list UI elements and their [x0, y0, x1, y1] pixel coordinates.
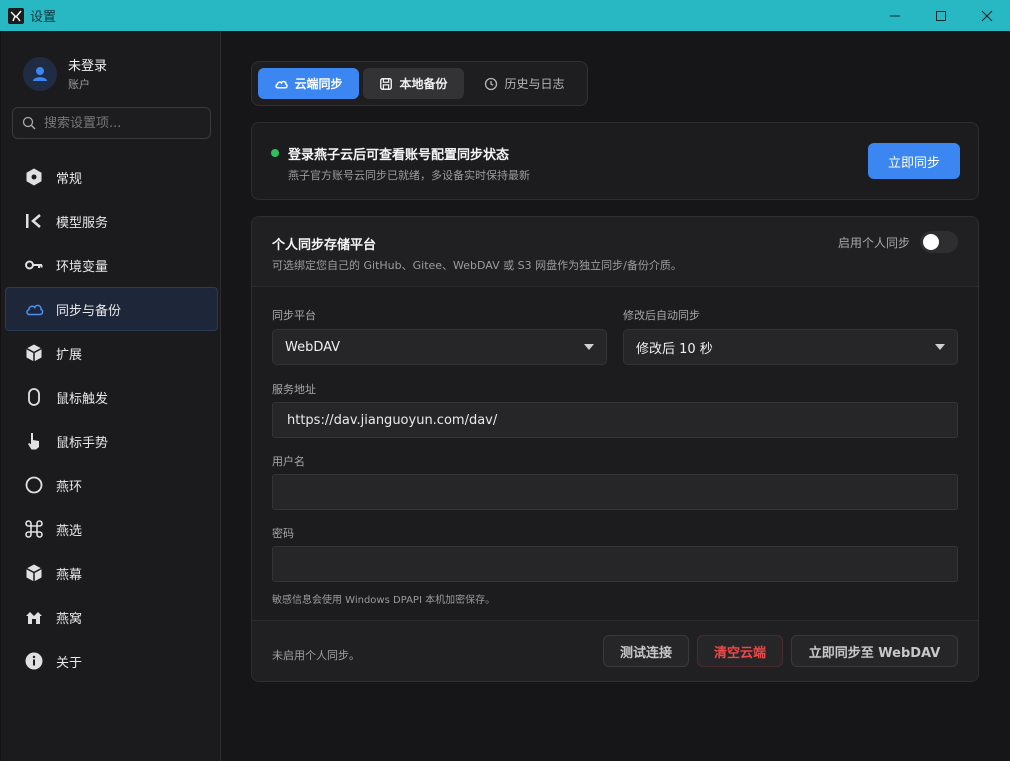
- sidebar-item-yanwo[interactable]: 燕窝: [5, 595, 218, 639]
- sidebar-item-label: 燕选: [56, 523, 83, 539]
- sidebar-item-label: 模型服务: [56, 215, 109, 231]
- username-label: 用户名: [272, 455, 305, 468]
- search-box[interactable]: [12, 107, 211, 139]
- user-name: 未登录: [68, 59, 108, 74]
- tab-label: 云端同步: [294, 77, 343, 91]
- tab-label: 历史与日志: [504, 77, 565, 91]
- search-icon: [22, 116, 36, 130]
- auto-sync-select[interactable]: 修改后 10 秒: [623, 329, 958, 365]
- hand-pointer-icon: [24, 431, 44, 451]
- close-button[interactable]: [964, 0, 1010, 31]
- sidebar-item-yanxuan[interactable]: 燕选: [5, 507, 218, 551]
- tab-cloud-sync[interactable]: 云端同步: [258, 68, 359, 99]
- search-input[interactable]: [44, 115, 194, 131]
- personal-card-description: 可选绑定您自己的 GitHub、Gitee、WebDAV 或 S3 网盘作为独立…: [272, 259, 682, 272]
- key-icon: [24, 255, 44, 275]
- model-service-icon: [24, 211, 44, 231]
- window-title: 设置: [30, 10, 57, 25]
- sidebar-item-extensions[interactable]: 扩展: [5, 331, 218, 375]
- sidebar-item-mouse-trigger[interactable]: 鼠标触发: [5, 375, 218, 419]
- cloud-card-title: 登录燕子云后可查看账号配置同步状态: [288, 148, 510, 163]
- maximize-button[interactable]: [918, 0, 964, 31]
- sidebar-item-label: 鼠标触发: [56, 391, 109, 407]
- cloud-account-card: 登录燕子云后可查看账号配置同步状态 燕子官方账号云同步已就绪，多设备实时保持最新…: [251, 122, 979, 200]
- sidebar-item-label: 燕环: [56, 479, 83, 495]
- sidebar-item-about[interactable]: 关于: [5, 639, 218, 683]
- personal-card-header: 个人同步存储平台 可选绑定您自己的 GitHub、Gitee、WebDAV 或 …: [252, 217, 978, 287]
- cloud-icon: [274, 77, 289, 91]
- clear-cloud-button[interactable]: 清空云端: [697, 635, 783, 667]
- title-bar: 设置: [0, 0, 1010, 31]
- avatar: [23, 56, 57, 91]
- app-logo-icon: [8, 7, 24, 24]
- command-icon: [24, 519, 44, 539]
- tab-label: 本地备份: [399, 77, 448, 91]
- sync-to-webdav-button[interactable]: 立即同步至 WebDAV: [791, 635, 958, 667]
- sidebar-item-label: 扩展: [56, 347, 83, 363]
- info-icon: [24, 651, 44, 671]
- hexagon-icon: [24, 167, 44, 187]
- platform-label: 同步平台: [272, 309, 316, 322]
- personal-storage-card: 个人同步存储平台 可选绑定您自己的 GitHub、Gitee、WebDAV 或 …: [251, 216, 979, 682]
- server-label: 服务地址: [272, 383, 316, 396]
- ring-icon: [24, 475, 44, 495]
- toggle-label: 启用个人同步: [837, 236, 910, 250]
- user-icon: [33, 66, 47, 81]
- box-icon: [24, 563, 44, 583]
- cloud-icon: [24, 299, 44, 319]
- tab-history-logs[interactable]: 历史与日志: [468, 68, 581, 99]
- backup-icon: [379, 77, 393, 91]
- personal-sync-toggle[interactable]: [920, 231, 958, 253]
- settings-nav: 常规 模型服务 环境变量 同步与备份 扩展 鼠标触发 鼠标手势 燕环 燕选 燕幕…: [5, 155, 218, 683]
- sidebar-item-sync-backup[interactable]: 同步与备份: [5, 287, 218, 331]
- personal-card-footer: 未启用个人同步。 测试连接 清空云端 立即同步至 WebDAV: [252, 620, 978, 681]
- sidebar-item-label: 鼠标手势: [56, 435, 109, 451]
- sidebar-item-yanhuan[interactable]: 燕环: [5, 463, 218, 507]
- chevron-down-icon: [935, 344, 945, 350]
- sidebar-item-label: 燕窝: [56, 611, 83, 627]
- user-account[interactable]: 未登录 账户: [23, 55, 107, 92]
- user-subtitle: 账户: [68, 78, 90, 91]
- auto-sync-value: 修改后 10 秒: [636, 341, 713, 357]
- status-dot: [271, 149, 279, 157]
- username-field[interactable]: [272, 474, 958, 510]
- clock-icon: [484, 77, 498, 91]
- nest-icon: [24, 607, 44, 627]
- minimize-icon: [890, 15, 900, 16]
- sidebar-item-label: 常规: [56, 171, 83, 187]
- toggle-knob: [923, 234, 939, 250]
- sync-tabs: 云端同步 本地备份 历史与日志: [251, 61, 588, 106]
- minimize-button[interactable]: [872, 0, 918, 31]
- sidebar-item-env-vars[interactable]: 环境变量: [5, 243, 218, 287]
- sidebar-item-label: 同步与备份: [56, 303, 122, 319]
- sidebar-item-mouse-gesture[interactable]: 鼠标手势: [5, 419, 218, 463]
- footer-status: 未启用个人同步。: [272, 649, 360, 662]
- auto-sync-label: 修改后自动同步: [623, 309, 700, 322]
- chevron-down-icon: [584, 344, 594, 350]
- personal-card-title: 个人同步存储平台: [272, 238, 377, 253]
- test-connection-button[interactable]: 测试连接: [603, 635, 689, 667]
- maximize-icon: [936, 10, 946, 21]
- sidebar-item-label: 环境变量: [56, 259, 109, 275]
- password-field[interactable]: [272, 546, 958, 582]
- close-icon: [981, 10, 993, 21]
- cube-icon: [24, 343, 44, 363]
- sync-now-button[interactable]: 立即同步: [868, 143, 960, 179]
- platform-select[interactable]: WebDAV: [272, 329, 607, 365]
- server-url-field[interactable]: [272, 402, 958, 438]
- sidebar-item-yanmu[interactable]: 燕幕: [5, 551, 218, 595]
- platform-value: WebDAV: [285, 339, 341, 355]
- sidebar-item-label: 关于: [56, 655, 83, 671]
- sidebar-item-general[interactable]: 常规: [5, 155, 218, 199]
- mouse-icon: [24, 387, 44, 407]
- sidebar-item-label: 燕幕: [56, 567, 83, 583]
- sidebar-item-model-service[interactable]: 模型服务: [5, 199, 218, 243]
- sidebar: 未登录 账户 常规 模型服务 环境变量: [0, 31, 221, 761]
- tab-local-backup[interactable]: 本地备份: [363, 68, 464, 99]
- encryption-hint: 敏感信息会使用 Windows DPAPI 本机加密保存。: [272, 595, 496, 606]
- cloud-card-subtitle: 燕子官方账号云同步已就绪，多设备实时保持最新: [288, 169, 530, 182]
- password-label: 密码: [272, 527, 294, 540]
